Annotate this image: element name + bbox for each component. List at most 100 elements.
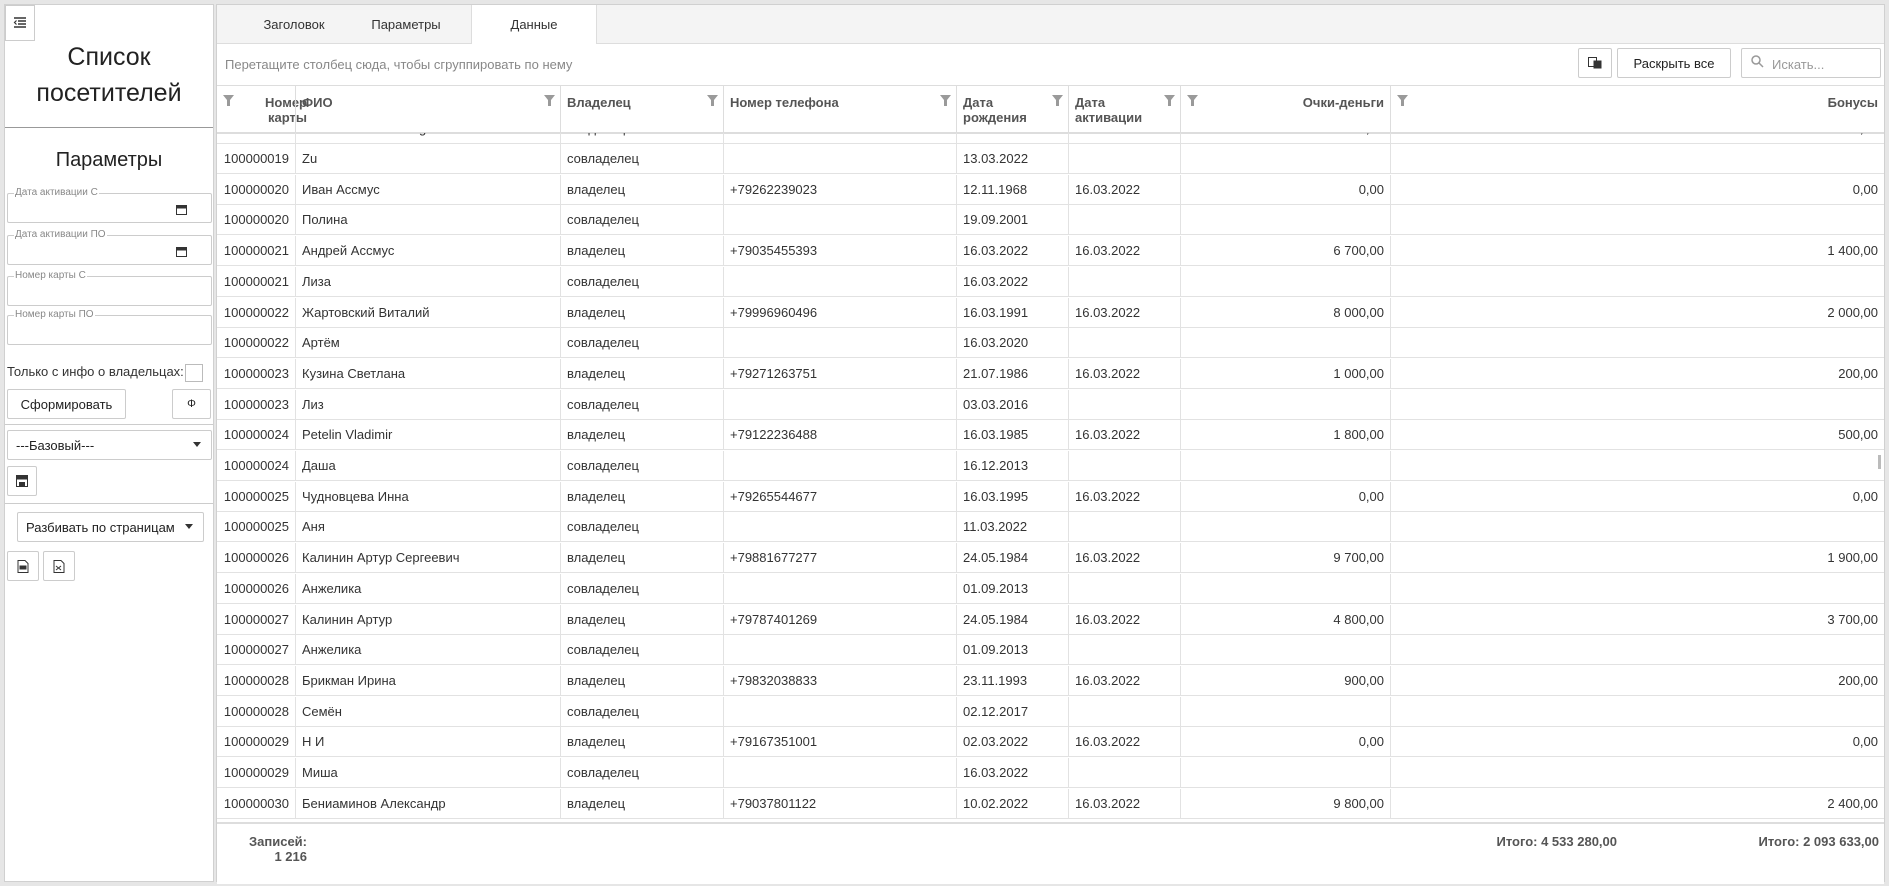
- table-row[interactable]: 100000028 Семён совладелец 02.12.2017: [217, 696, 1884, 727]
- table-row[interactable]: 100000023 Лиз совладелец 03.03.2016: [217, 389, 1884, 420]
- table-row[interactable]: 100000026 Анжелика совладелец 01.09.2013: [217, 573, 1884, 604]
- cell-phone: [723, 758, 956, 788]
- calendar-icon[interactable]: [176, 204, 187, 215]
- cell-birth-date: 01.09.2013: [956, 573, 1068, 604]
- save-template-button[interactable]: [7, 466, 37, 496]
- table-row[interactable]: 100000022 Жартовский Виталий владелец +7999…: [217, 297, 1884, 328]
- filter-icon[interactable]: [223, 95, 234, 106]
- column-header-points-money[interactable]: Очки-деньги: [1180, 86, 1390, 132]
- activation-date-to-label: Дата активации ПО: [14, 229, 107, 241]
- cell-owner-type: совладелец: [560, 512, 723, 543]
- filter-icon[interactable]: [707, 95, 718, 106]
- cell-birth-date: 16.12.2013: [956, 451, 1068, 481]
- column-header-owner-type[interactable]: Владелец: [560, 86, 723, 132]
- cell-bonuses: [1390, 389, 1884, 420]
- cell-phone: [723, 144, 956, 174]
- column-chooser-button[interactable]: [1578, 48, 1612, 78]
- table-row[interactable]: 100000020 Иван Ассмус владелец +79262239023…: [217, 174, 1884, 205]
- table-row[interactable]: 100000026 Калинин Артур Сергеевич владелец…: [217, 543, 1884, 574]
- cell-phone: [723, 635, 956, 666]
- menu-toggle-button[interactable]: [5, 5, 35, 41]
- cell-bonuses: [1390, 573, 1884, 604]
- filter-icon[interactable]: [544, 95, 555, 106]
- table-row[interactable]: 100000029 Н Ивладелец +79167351001 02.03.20…: [217, 727, 1884, 758]
- cell-phone: [723, 205, 956, 236]
- paging-select[interactable]: Разбивать по страницам: [17, 512, 204, 542]
- table-row[interactable]: 100000021 Лиза совладелец 16.03.2022: [217, 266, 1884, 297]
- tab-data[interactable]: Данные: [471, 5, 597, 44]
- cell-birth-date: 13.03.2022: [956, 144, 1068, 174]
- cell-phone: [723, 266, 956, 297]
- card-number-to-field[interactable]: Номер карты ПО: [7, 309, 212, 345]
- cell-full-name: Лиз: [295, 389, 560, 420]
- activation-date-to-field[interactable]: Дата активации ПО: [7, 229, 212, 265]
- column-header-activation-date[interactable]: Дата активации: [1068, 86, 1180, 132]
- report-title-line2: посетителей: [36, 79, 182, 107]
- tab-parameters[interactable]: Параметры: [353, 5, 459, 43]
- column-chooser-icon: [1588, 57, 1602, 69]
- template-select[interactable]: ---Базовый---: [7, 430, 212, 460]
- export-excel-button[interactable]: [43, 551, 75, 581]
- cell-card-number: 100000024: [223, 427, 289, 443]
- cell-activation-date: 16.03.2022: [1068, 236, 1180, 267]
- cell-card-number: 100000024: [223, 458, 289, 473]
- table-row[interactable]: 100000023 Кузина Светлана владелец +7927126…: [217, 358, 1884, 389]
- table-row[interactable]: 100000024 Petelin Vladimir владелец +791222…: [217, 420, 1884, 451]
- filter-icon[interactable]: [1164, 95, 1175, 106]
- table-row[interactable]: 100000029 Миша совладелец 16.03.2022: [217, 758, 1884, 788]
- cell-birth-date: 21.07.1986: [956, 358, 1068, 389]
- cell-points-money: 0,00: [1180, 727, 1390, 758]
- table-row[interactable]: 100000028 Брикман Ирина владелец +798320388…: [217, 665, 1884, 696]
- export-csv-button[interactable]: [7, 551, 39, 581]
- activation-date-from-field[interactable]: Дата активации С: [7, 187, 212, 223]
- group-drop-zone[interactable]: Перетащите столбец сюда, чтобы сгруппиро…: [225, 57, 572, 72]
- owners-only-checkbox[interactable]: [185, 364, 203, 382]
- cell-activation-date: 16.03.2022: [1068, 727, 1180, 758]
- cell-birth-date: 13.03.2022: [956, 133, 1068, 144]
- cell-owner-type: владелец: [560, 481, 723, 512]
- table-row[interactable]: 100000019Romanticism Existingвладелец+79…: [217, 133, 1884, 144]
- cell-phone: +79832038833: [723, 665, 956, 696]
- cell-birth-date: 16.03.1995: [956, 481, 1068, 512]
- cell-phone: +79035455393: [723, 236, 956, 267]
- table-row[interactable]: 100000025 Аня совладелец 11.03.2022: [217, 512, 1884, 543]
- table-row[interactable]: 100000025 Чудновцева Инна владелец +7926554…: [217, 481, 1884, 512]
- cell-phone: +79265544677: [723, 481, 956, 512]
- table-row[interactable]: 100000027 Калинин Артур владелец +797874012…: [217, 604, 1884, 635]
- cell-points-money: 0,00: [1180, 174, 1390, 205]
- cell-birth-date: 23.11.1993: [956, 665, 1068, 696]
- phi-button[interactable]: Φ: [172, 389, 211, 419]
- table-row[interactable]: 100000024 Даша совладелец 16.12.2013: [217, 451, 1884, 481]
- tab-header[interactable]: Заголовок: [241, 5, 347, 43]
- cell-full-name: Анжелика: [295, 635, 560, 666]
- filter-icon[interactable]: [1052, 95, 1063, 106]
- column-header-card-number[interactable]: Номер карты: [217, 86, 307, 132]
- table-row[interactable]: 100000020 Полина совладелец 19.09.2001: [217, 205, 1884, 236]
- table-row[interactable]: 100000022 Артём совладелец 16.03.2020: [217, 328, 1884, 359]
- grid-body: 100000019Romanticism Existingвладелец+79…: [217, 133, 1884, 822]
- cell-full-name: Бениаминов Александр: [295, 788, 560, 819]
- table-row[interactable]: 100000021 Андрей Ассмус владелец +790354553…: [217, 236, 1884, 267]
- cell-card-number: 100000028: [223, 703, 289, 719]
- cell-bonuses: 0,00: [1390, 481, 1884, 512]
- search-input[interactable]: Искать...: [1741, 48, 1881, 78]
- column-header-full-name[interactable]: ФИО: [295, 86, 560, 132]
- column-header-bonuses[interactable]: Бонусы: [1390, 86, 1884, 132]
- cell-owner-type: совладелец: [560, 144, 723, 174]
- filter-icon[interactable]: [1187, 95, 1198, 106]
- cell-phone: +79122236488: [723, 420, 956, 451]
- calendar-icon[interactable]: [176, 246, 187, 257]
- vertical-scrollbar[interactable]: [1878, 455, 1881, 469]
- table-row[interactable]: 100000019 Zu совладелец 13.03.2022: [217, 144, 1884, 174]
- expand-all-button[interactable]: Раскрыть все: [1617, 48, 1731, 78]
- cell-points-money: [1180, 389, 1390, 420]
- table-row[interactable]: 100000027 Анжелика совладелец 01.09.2013: [217, 635, 1884, 666]
- filter-icon[interactable]: [1397, 95, 1408, 106]
- generate-button[interactable]: Сформировать: [7, 389, 126, 419]
- column-header-phone[interactable]: Номер телефона: [723, 86, 956, 132]
- column-header-birth-date[interactable]: Дата рождения: [956, 86, 1068, 132]
- table-row[interactable]: 100000030 Бениаминов Александр владелец +79…: [217, 788, 1884, 819]
- card-number-from-field[interactable]: Номер карты С: [7, 270, 212, 306]
- cell-phone: +79262239023: [723, 174, 956, 205]
- filter-icon[interactable]: [940, 95, 951, 106]
